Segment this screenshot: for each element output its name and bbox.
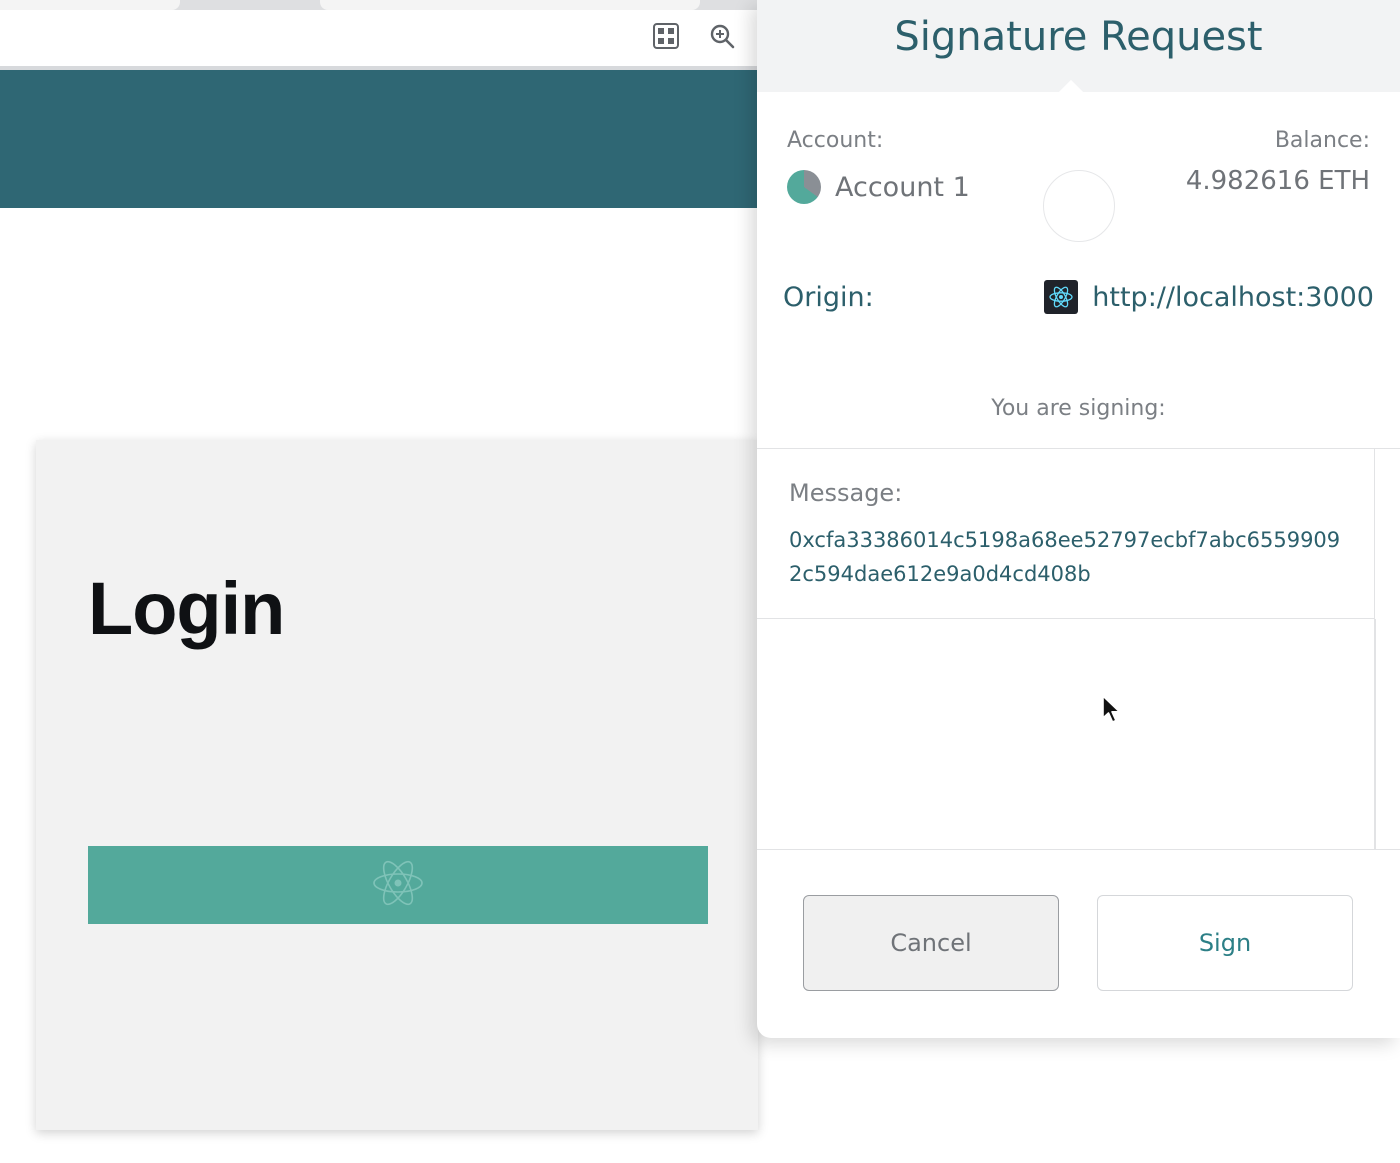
popup-header: Signature Request bbox=[757, 0, 1400, 92]
browser-toolbar bbox=[0, 0, 760, 70]
zoom-icon[interactable] bbox=[706, 20, 738, 52]
login-title: Login bbox=[88, 567, 285, 650]
cancel-button[interactable]: Cancel bbox=[803, 895, 1059, 991]
mouse-cursor-icon bbox=[1101, 694, 1123, 730]
origin-label: Origin: bbox=[783, 282, 874, 313]
signature-request-popup: Signature Request Account: Balance: Acco… bbox=[757, 0, 1400, 1038]
account-name: Account 1 bbox=[835, 171, 970, 203]
browser-tab[interactable] bbox=[0, 0, 180, 10]
message-box: Message: 0xcfa33386014c5198a68ee52797ecb… bbox=[757, 449, 1375, 619]
qr-code-icon[interactable] bbox=[650, 20, 682, 52]
balance-value: 4.982616 ETH bbox=[1185, 166, 1370, 196]
message-area[interactable]: Message: 0xcfa33386014c5198a68ee52797ecb… bbox=[757, 448, 1400, 850]
balance-label: Balance: bbox=[1274, 128, 1370, 153]
account-label: Account: bbox=[787, 128, 884, 153]
signing-label: You are signing: bbox=[991, 396, 1166, 421]
origin-info: http://localhost:3000 bbox=[1044, 280, 1374, 314]
origin-url: http://localhost:3000 bbox=[1092, 281, 1374, 313]
message-value: 0xcfa33386014c5198a68ee52797ecbf7abc6559… bbox=[789, 528, 1341, 586]
react-logo-icon bbox=[370, 855, 426, 915]
message-label: Message: bbox=[789, 479, 903, 507]
sign-button[interactable]: Sign bbox=[1097, 895, 1353, 991]
browser-tab[interactable] bbox=[320, 0, 700, 10]
login-card: Login bbox=[36, 440, 758, 1130]
login-button[interactable] bbox=[88, 846, 708, 924]
popup-title: Signature Request bbox=[894, 14, 1263, 60]
react-favicon-icon bbox=[1044, 280, 1079, 314]
account-info: Account 1 bbox=[787, 170, 970, 204]
account-avatar bbox=[787, 170, 821, 204]
identicon-placeholder bbox=[1043, 170, 1115, 242]
scroll-divider bbox=[1374, 619, 1376, 849]
address-bar[interactable] bbox=[0, 10, 760, 62]
app-header bbox=[0, 70, 760, 208]
